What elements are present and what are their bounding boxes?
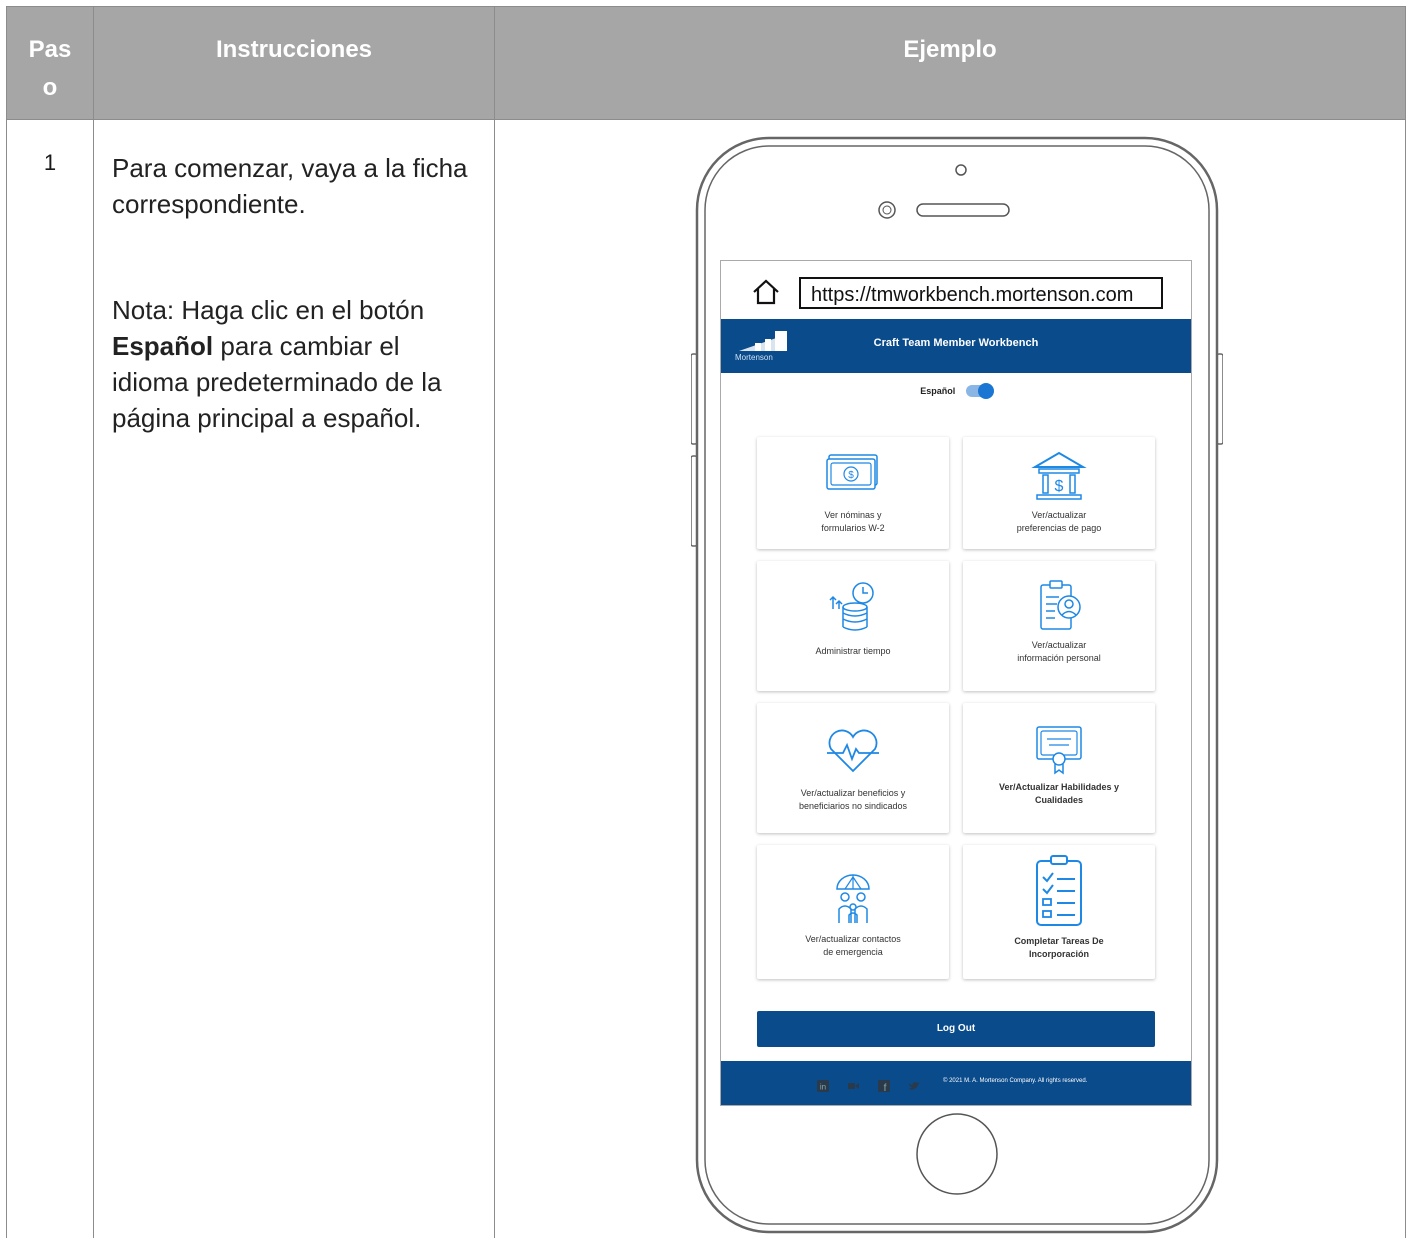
step-cell: 1	[7, 120, 94, 1238]
table-row: 1 Para comenzar, vaya a la ficha corresp…	[7, 120, 1406, 1238]
language-toggle-row: Español	[721, 385, 1191, 405]
example-cell: https://tmworkbench.mortenson.com Morten…	[495, 120, 1406, 1238]
certificate-icon	[1029, 721, 1089, 777]
video-icon[interactable]	[847, 1080, 859, 1092]
tile-personal-info[interactable]: Ver/actualizarinformación personal	[963, 561, 1155, 691]
tile-payroll-w2[interactable]: $ Ver nóminas yformularios W-2	[757, 437, 949, 549]
tile-benefits[interactable]: Ver/actualizar beneficios ybeneficiarios…	[757, 703, 949, 833]
copyright-text: © 2021 M. A. Mortenson Company. All righ…	[943, 1078, 1087, 1084]
heart-pulse-icon	[823, 727, 883, 777]
svg-text:f: f	[884, 1083, 887, 1092]
twitter-icon[interactable]	[908, 1080, 920, 1092]
bank-icon: $	[1029, 447, 1089, 503]
header-instructions: Instrucciones	[94, 7, 495, 120]
tile-onboarding-tasks[interactable]: Completar Tareas DeIncorporación	[963, 845, 1155, 979]
app-title: Craft Team Member Workbench	[721, 337, 1191, 349]
step-number: 1	[7, 120, 93, 176]
language-toggle[interactable]	[966, 385, 992, 397]
tile-manage-time[interactable]: Administrar tiempo	[757, 561, 949, 691]
svg-text:$: $	[1055, 478, 1064, 495]
language-toggle-label: Español	[920, 386, 955, 396]
svg-text:in: in	[820, 1082, 826, 1091]
linkedin-icon[interactable]: in	[817, 1080, 829, 1092]
espanol-emphasis: Español	[112, 331, 213, 361]
header-step: Pas o	[7, 7, 94, 120]
app-footer: in f © 2021 M. A. Mortenson Company. All…	[721, 1061, 1191, 1105]
app-header: Mortenson Craft Team Member Workbench	[721, 319, 1191, 373]
money-bill-icon: $	[823, 451, 883, 501]
tile-skills[interactable]: Ver/Actualizar Habilidades yCualidades	[963, 703, 1155, 833]
instruction-table: Pas o Instrucciones Ejemplo 1 Para comen…	[6, 6, 1406, 1238]
instruction-text-1: Para comenzar, vaya a la ficha correspon…	[112, 150, 476, 222]
browser-bar: https://tmworkbench.mortenson.com	[721, 261, 1191, 323]
clipboard-person-icon	[1029, 577, 1089, 637]
instruction-cell: Para comenzar, vaya a la ficha correspon…	[94, 120, 495, 1238]
phone-screen: https://tmworkbench.mortenson.com Morten…	[720, 260, 1192, 1106]
logo-text: Mortenson	[735, 353, 773, 362]
svg-text:$: $	[848, 470, 854, 481]
checklist-icon	[1029, 853, 1089, 929]
facebook-icon[interactable]: f	[878, 1080, 890, 1092]
logout-button[interactable]: Log Out	[757, 1011, 1155, 1047]
tile-payment-preferences[interactable]: $ Ver/actualizarpreferencias de pago	[963, 437, 1155, 549]
header-example: Ejemplo	[495, 7, 1406, 120]
url-field[interactable]: https://tmworkbench.mortenson.com	[799, 277, 1163, 309]
tile-emergency-contacts[interactable]: Ver/actualizar contactosde emergencia	[757, 845, 949, 979]
home-icon[interactable]	[751, 277, 781, 307]
instruction-text-2: Nota: Haga clic en el botón Español para…	[112, 292, 476, 436]
coins-clock-icon	[823, 579, 883, 639]
family-umbrella-icon	[823, 869, 883, 929]
